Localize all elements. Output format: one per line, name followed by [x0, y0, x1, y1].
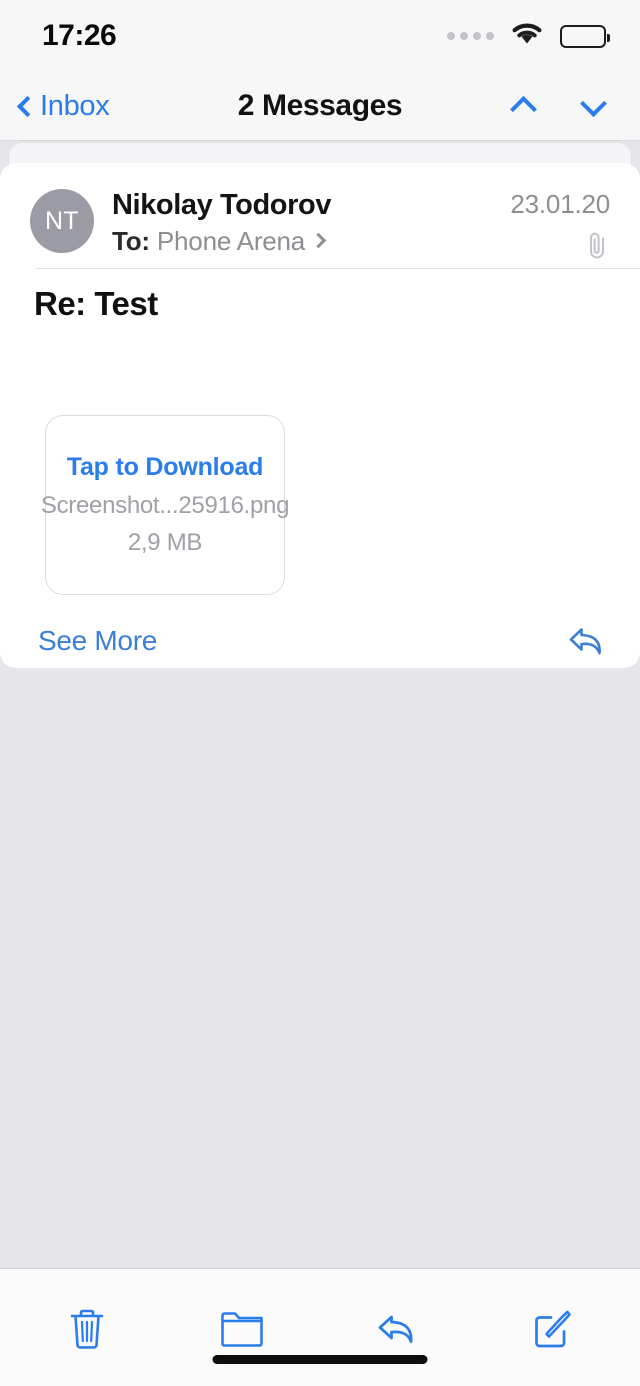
wifi-icon: [510, 21, 544, 51]
chevron-down-icon: [579, 89, 607, 117]
chevron-up-icon: [509, 95, 537, 123]
attachment-size: 2,9 MB: [127, 529, 203, 556]
mail-message-screen: 17:26 Inbox 2 Messages NT Nikolay Todoro…: [0, 0, 640, 1386]
next-message-button[interactable]: [576, 89, 610, 123]
avatar: NT: [30, 189, 94, 253]
inline-reply-button[interactable]: [564, 620, 610, 662]
message-date: 23.01.20: [510, 189, 610, 219]
avatar-initials: NT: [45, 206, 79, 235]
status-bar-time: 17:26: [42, 19, 117, 52]
paperclip-icon: [584, 230, 610, 265]
status-bar: 17:26: [0, 0, 640, 72]
chevron-right-icon: [310, 232, 327, 248]
bottom-toolbar: [0, 1269, 640, 1386]
recipient-name: Phone Arena: [156, 226, 306, 256]
previous-message-button[interactable]: [506, 89, 540, 123]
message-navigation-arrows: [506, 89, 610, 123]
attachment-action-label: Tap to Download: [66, 453, 264, 481]
move-message-button[interactable]: [207, 1299, 277, 1359]
signal-dots-icon: [447, 32, 494, 40]
battery-icon: [560, 24, 610, 48]
message-subject: Re: Test: [34, 285, 158, 322]
status-bar-indicators: [447, 21, 610, 51]
back-to-inbox-button[interactable]: Inbox: [16, 89, 110, 123]
attachment-download-tile[interactable]: Tap to Download Screenshot...25916.png 2…: [41, 415, 289, 595]
message-meta: 23.01.20: [510, 185, 610, 268]
trash-icon: [70, 1309, 104, 1349]
navigation-bar: Inbox 2 Messages: [0, 72, 640, 140]
message-header: NT Nikolay Todorov To: Phone Arena 23.01…: [0, 163, 640, 269]
sender-name: Nikolay Todorov: [112, 189, 332, 221]
back-button-label: Inbox: [40, 89, 110, 122]
reply-arrow-icon: [569, 627, 601, 654]
compose-icon: [535, 1310, 571, 1348]
nav-bar-divider: [0, 140, 640, 141]
reply-message-button[interactable]: [363, 1299, 433, 1359]
recipient-prefix-label: To:: [112, 226, 150, 256]
message-card: NT Nikolay Todorov To: Phone Arena 23.01…: [0, 163, 640, 668]
compose-message-button[interactable]: [518, 1299, 588, 1359]
home-indicator: [212, 1355, 428, 1364]
sender-details: Nikolay Todorov To: Phone Arena: [112, 185, 331, 268]
header-divider: [35, 268, 640, 269]
recipient-row[interactable]: To: Phone Arena: [112, 224, 331, 258]
see-more-link[interactable]: See More: [38, 625, 157, 657]
reply-arrow-icon: [378, 1315, 413, 1343]
chevron-left-icon: [16, 95, 39, 117]
attachment-filename: Screenshot...25916.png: [40, 492, 290, 519]
see-more-row: See More: [0, 613, 640, 668]
folder-icon: [221, 1312, 264, 1347]
delete-message-button[interactable]: [52, 1299, 122, 1359]
